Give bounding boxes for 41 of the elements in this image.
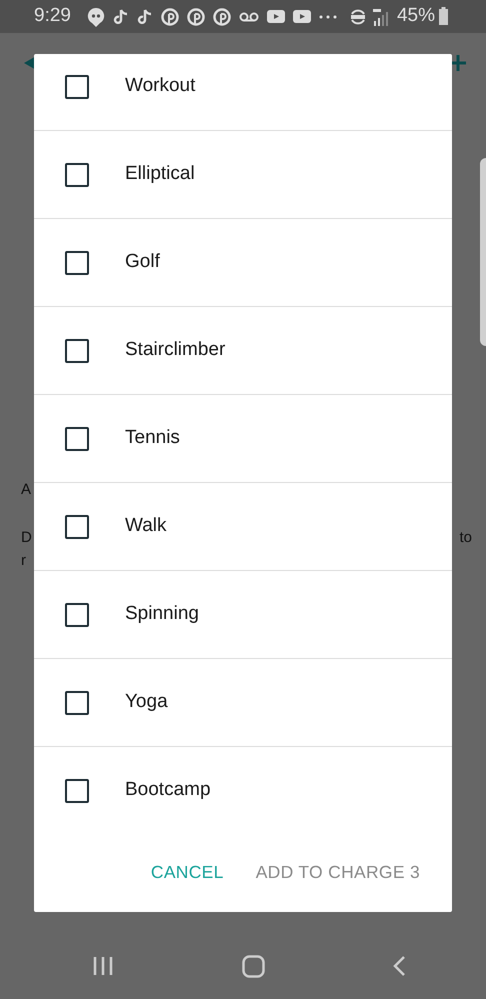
battery-level: 45%	[396, 4, 435, 28]
checkbox[interactable]	[65, 778, 89, 802]
voicemail-icon	[238, 12, 259, 22]
text-fragment: A	[21, 480, 32, 500]
checkbox[interactable]	[65, 250, 89, 274]
text-fragment: to	[459, 528, 472, 548]
play-video-icon	[266, 10, 285, 23]
checkbox[interactable]	[65, 426, 89, 450]
checkbox[interactable]	[65, 338, 89, 362]
checkbox[interactable]	[65, 602, 89, 626]
recent-apps-icon[interactable]	[92, 956, 114, 976]
music-note-icon	[136, 8, 153, 26]
signal-icon	[370, 8, 389, 26]
battery-icon	[439, 7, 448, 26]
plus-icon[interactable]	[450, 55, 466, 71]
play-video-icon	[292, 10, 311, 23]
text-fragment: r	[21, 551, 26, 571]
checkbox[interactable]	[65, 514, 89, 538]
checkbox[interactable]	[65, 74, 89, 98]
back-icon[interactable]	[392, 955, 406, 977]
list-item[interactable]: Golf	[34, 219, 452, 307]
volte-icon	[348, 8, 367, 24]
list-item[interactable]: Spinning	[34, 571, 452, 659]
checkbox[interactable]	[65, 162, 89, 186]
checkbox[interactable]	[65, 690, 89, 714]
list-item[interactable]: Elliptical	[34, 131, 452, 219]
list-item[interactable]: Walk	[34, 483, 452, 571]
list-item[interactable]: Tennis	[34, 395, 452, 483]
list-item[interactable]: Bootcamp	[34, 747, 452, 833]
text-fragment: D	[21, 528, 32, 548]
list-item[interactable]: Yoga	[34, 659, 452, 747]
music-note-icon	[112, 8, 129, 26]
list-item[interactable]: Workout	[34, 54, 452, 131]
pin-circle-icon	[160, 8, 179, 26]
list-item[interactable]: Stairclimber	[34, 307, 452, 395]
pin-circle-icon	[186, 8, 205, 26]
status-time: 9:29	[34, 4, 71, 28]
more-dots-icon	[318, 14, 337, 18]
pin-circle-icon	[212, 8, 231, 26]
home-icon[interactable]	[242, 954, 264, 978]
chat-bubble-icon	[86, 6, 105, 26]
